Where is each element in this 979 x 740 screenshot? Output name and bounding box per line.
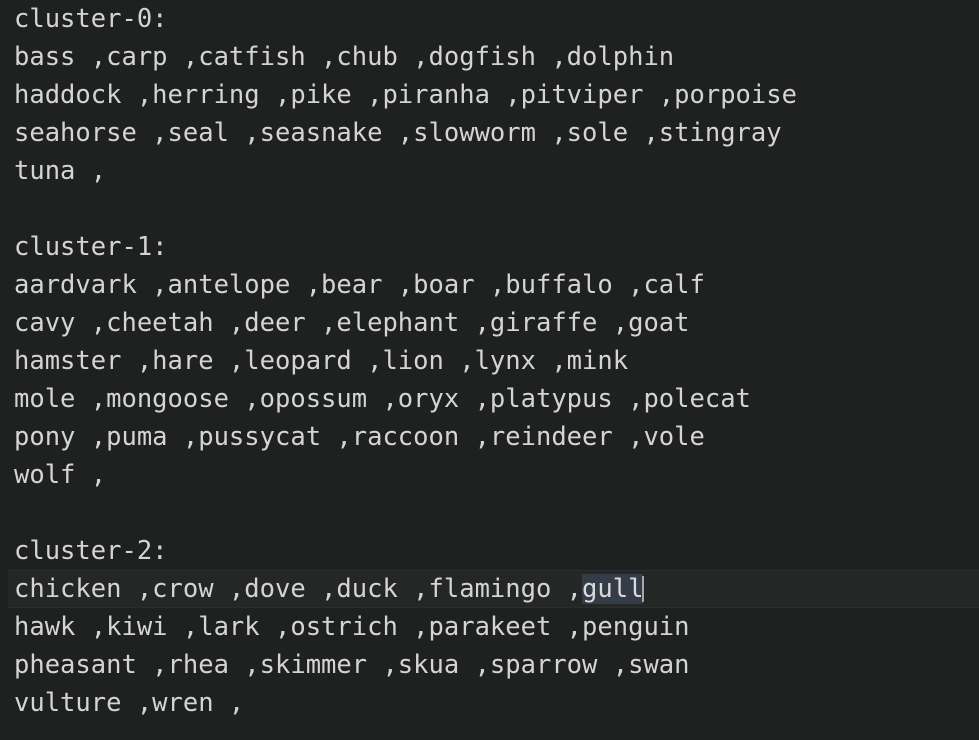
text-line-blank[interactable]: [0, 190, 979, 228]
text-line[interactable]: pheasant ,rhea ,skimmer ,skua ,sparrow ,…: [0, 646, 979, 684]
text-line[interactable]: pony ,puma ,pussycat ,raccoon ,reindeer …: [0, 418, 979, 456]
active-line-text-before-selection: chicken ,crow ,dove ,duck ,flamingo ,: [14, 574, 583, 604]
text-line[interactable]: hawk ,kiwi ,lark ,ostrich ,parakeet ,pen…: [0, 608, 979, 646]
text-line[interactable]: wolf ,: [0, 456, 979, 494]
text-line[interactable]: seahorse ,seal ,seasnake ,slowworm ,sole…: [0, 114, 979, 152]
text-caret: [642, 576, 645, 602]
text-line-cluster-2-header[interactable]: cluster-2:: [0, 532, 979, 570]
text-line-blank[interactable]: [0, 494, 979, 532]
text-line[interactable]: haddock ,herring ,pike ,piranha ,pitvipe…: [0, 76, 979, 114]
text-line[interactable]: tuna ,: [0, 152, 979, 190]
text-line[interactable]: aardvark ,antelope ,bear ,boar ,buffalo …: [0, 266, 979, 304]
text-line-cluster-1-header[interactable]: cluster-1:: [0, 228, 979, 266]
selected-text[interactable]: gull: [582, 574, 644, 604]
text-line[interactable]: cavy ,cheetah ,deer ,elephant ,giraffe ,…: [0, 304, 979, 342]
text-line[interactable]: vulture ,wren ,: [0, 684, 979, 722]
text-line[interactable]: bass ,carp ,catfish ,chub ,dogfish ,dolp…: [0, 38, 979, 76]
text-line[interactable]: hamster ,hare ,leopard ,lion ,lynx ,mink: [0, 342, 979, 380]
text-line-cluster-0-header[interactable]: cluster-0:: [0, 0, 979, 38]
active-text-line[interactable]: chicken ,crow ,dove ,duck ,flamingo ,gul…: [8, 570, 979, 608]
text-line[interactable]: mole ,mongoose ,opossum ,oryx ,platypus …: [0, 380, 979, 418]
text-editor-canvas[interactable]: cluster-0: bass ,carp ,catfish ,chub ,do…: [0, 0, 979, 740]
